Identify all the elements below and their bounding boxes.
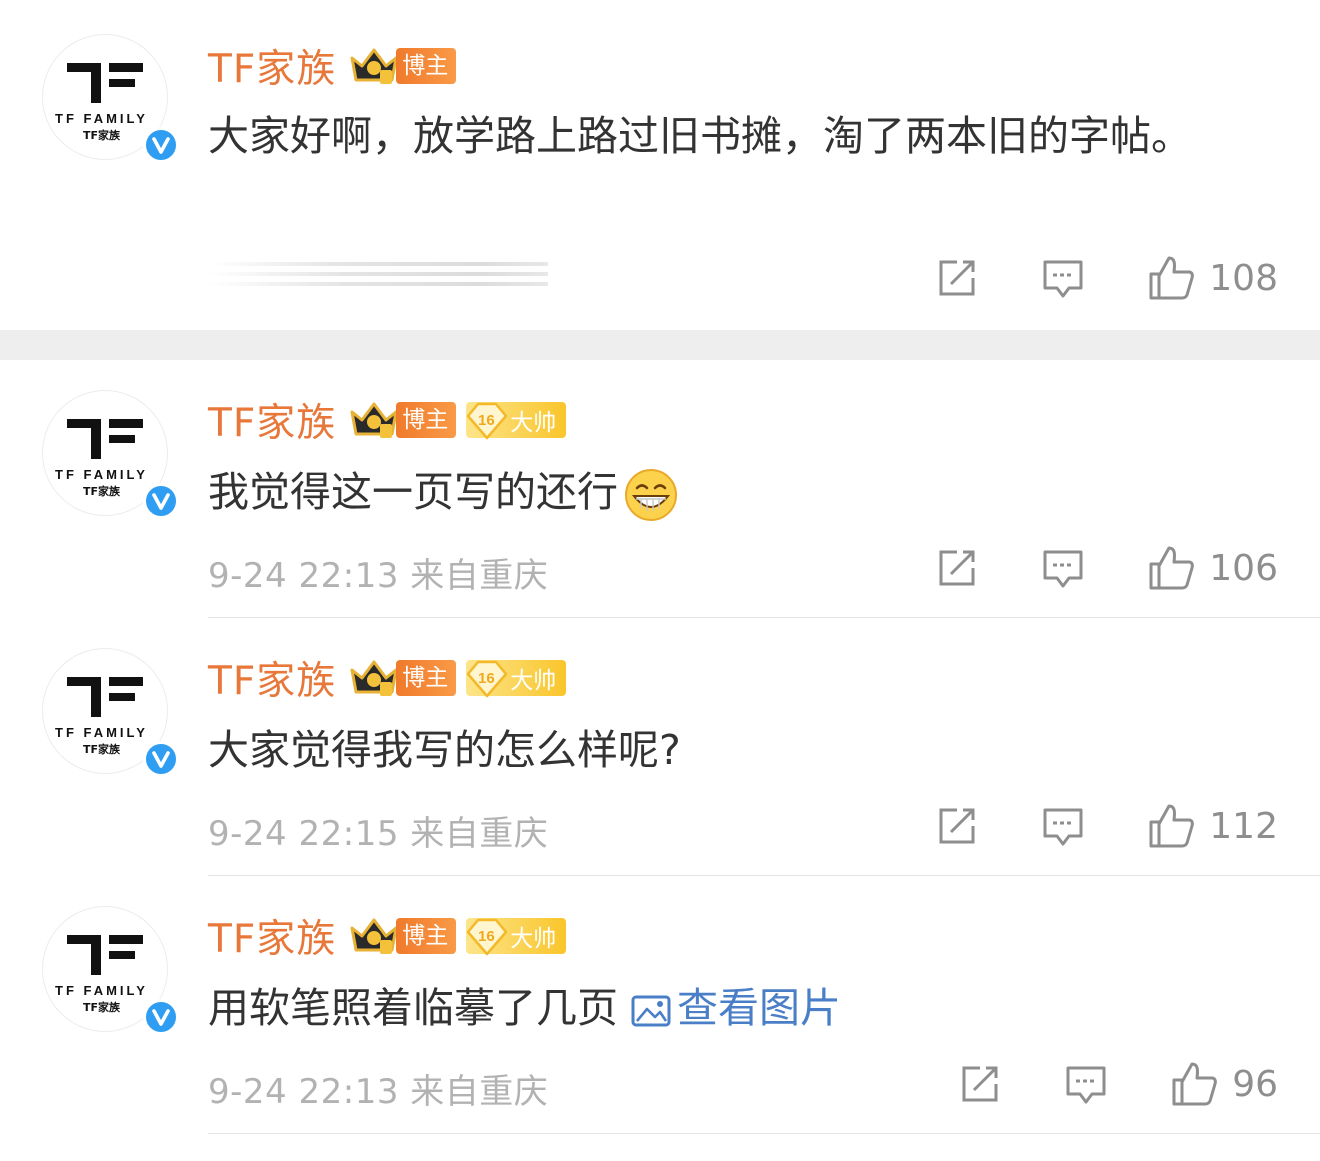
avatar[interactable]: TF FAMILY TF家族: [42, 906, 179, 1035]
verified-icon: [143, 127, 179, 163]
grin-emoji: [625, 469, 677, 521]
badges: 博主 16 大帅: [348, 914, 567, 958]
section-separator: [0, 330, 1320, 360]
view-picture-label: 查看图片: [677, 984, 842, 1032]
master-label: 大帅: [510, 926, 557, 952]
post-item: TF FAMILY TF家族 TF家族 博主 16: [0, 876, 1320, 1161]
comment-icon[interactable]: [1041, 256, 1085, 300]
master-badge[interactable]: 16 大帅: [466, 402, 567, 440]
like-icon[interactable]: [1170, 1060, 1218, 1108]
blogger-badge[interactable]: 博主: [348, 398, 457, 442]
post-item: TF FAMILY TF家族 TF家族 博主 大家好啊，放学路上路过旧书摊，淘了…: [0, 0, 1320, 330]
master-level: 16: [478, 928, 495, 945]
meta-blurred: [208, 256, 548, 296]
avatar-line1: TF FAMILY: [55, 983, 148, 998]
post-meta: 9-24 22:13 来自重庆: [208, 1072, 549, 1112]
repost-icon[interactable]: [958, 1062, 1002, 1106]
diamond-icon: 16: [467, 402, 508, 440]
like-count: 106: [1209, 547, 1278, 589]
verified-icon: [143, 999, 179, 1035]
comment-icon[interactable]: [1041, 804, 1085, 848]
image-icon: [631, 995, 671, 1027]
like-count: 112: [1209, 805, 1278, 847]
blogger-badge[interactable]: 博主: [348, 44, 457, 88]
crown-icon: [350, 48, 398, 84]
badges: 博主: [348, 44, 457, 88]
avatar[interactable]: TF FAMILY TF家族: [42, 34, 179, 163]
action-bar: 106: [935, 544, 1278, 592]
post-text: 我觉得这一页写的还行: [208, 468, 618, 516]
blogger-badge[interactable]: 博主: [348, 914, 457, 958]
post-text: 用软笔照着临摹了几页: [208, 984, 618, 1032]
blogger-label: 博主: [396, 48, 457, 84]
verified-icon: [143, 741, 179, 777]
blogger-label: 博主: [396, 918, 457, 954]
comment-icon[interactable]: [1041, 546, 1085, 590]
post-content: 大家觉得我写的怎么样呢?: [208, 726, 681, 774]
repost-icon[interactable]: [935, 804, 979, 848]
username[interactable]: TF家族: [208, 650, 336, 706]
action-bar: 112: [935, 802, 1278, 850]
avatar-line2: TF家族: [83, 484, 121, 498]
verified-icon: [143, 483, 179, 519]
post-content: 大家好啊，放学路上路过旧书摊，淘了两本旧的字帖。: [208, 112, 1192, 160]
avatar-line1: TF FAMILY: [55, 111, 148, 126]
like-icon[interactable]: [1147, 254, 1195, 302]
diamond-icon: 16: [467, 660, 508, 698]
action-bar: 108: [935, 254, 1278, 302]
post-item: TF FAMILY TF家族 TF家族 博主 16: [0, 618, 1320, 876]
divider: [208, 1133, 1320, 1134]
master-label: 大帅: [510, 668, 557, 694]
crown-icon: [350, 660, 398, 696]
username[interactable]: TF家族: [208, 908, 336, 964]
avatar-line1: TF FAMILY: [55, 467, 148, 482]
blogger-label: 博主: [396, 660, 457, 696]
avatar[interactable]: TF FAMILY TF家族: [42, 648, 179, 777]
master-level: 16: [478, 670, 495, 687]
master-level: 16: [478, 412, 495, 429]
action-bar: 96: [958, 1060, 1278, 1108]
badges: 博主 16 大帅: [348, 398, 567, 442]
repost-icon[interactable]: [935, 546, 979, 590]
avatar[interactable]: TF FAMILY TF家族: [42, 390, 179, 519]
badges: 博主 16 大帅: [348, 656, 567, 700]
blogger-label: 博主: [396, 402, 457, 438]
name-row: TF家族 博主 16 大帅: [208, 906, 567, 966]
repost-icon[interactable]: [935, 256, 979, 300]
master-badge[interactable]: 16 大帅: [466, 918, 567, 956]
diamond-icon: 16: [467, 918, 508, 956]
avatar-line1: TF FAMILY: [55, 725, 148, 740]
name-row: TF家族 博主 16 大帅: [208, 648, 567, 708]
like-count: 108: [1209, 257, 1278, 299]
avatar-line2: TF家族: [83, 1000, 121, 1014]
username[interactable]: TF家族: [208, 38, 336, 94]
post-content: 我觉得这一页写的还行: [208, 458, 1208, 526]
like-icon[interactable]: [1147, 802, 1195, 850]
avatar-line2: TF家族: [83, 128, 121, 142]
like-count: 96: [1232, 1063, 1278, 1105]
post-meta: 9-24 22:15 来自重庆: [208, 814, 549, 854]
post-meta: 9-24 22:13 来自重庆: [208, 556, 549, 596]
comment-icon[interactable]: [1064, 1062, 1108, 1106]
blogger-badge[interactable]: 博主: [348, 656, 457, 700]
name-row: TF家族 博主: [208, 36, 457, 96]
post-item: TF FAMILY TF家族 TF家族 博主 16: [0, 360, 1320, 618]
avatar-line2: TF家族: [83, 742, 121, 756]
name-row: TF家族 博主 16 大帅: [208, 390, 567, 450]
view-picture-link[interactable]: 查看图片: [631, 984, 841, 1032]
username[interactable]: TF家族: [208, 392, 336, 448]
master-badge[interactable]: 16 大帅: [466, 660, 567, 698]
crown-icon: [350, 918, 398, 954]
like-icon[interactable]: [1147, 544, 1195, 592]
crown-icon: [350, 402, 398, 438]
master-label: 大帅: [510, 410, 557, 436]
post-content: 用软笔照着临摹了几页 查看图片: [208, 974, 1208, 1042]
